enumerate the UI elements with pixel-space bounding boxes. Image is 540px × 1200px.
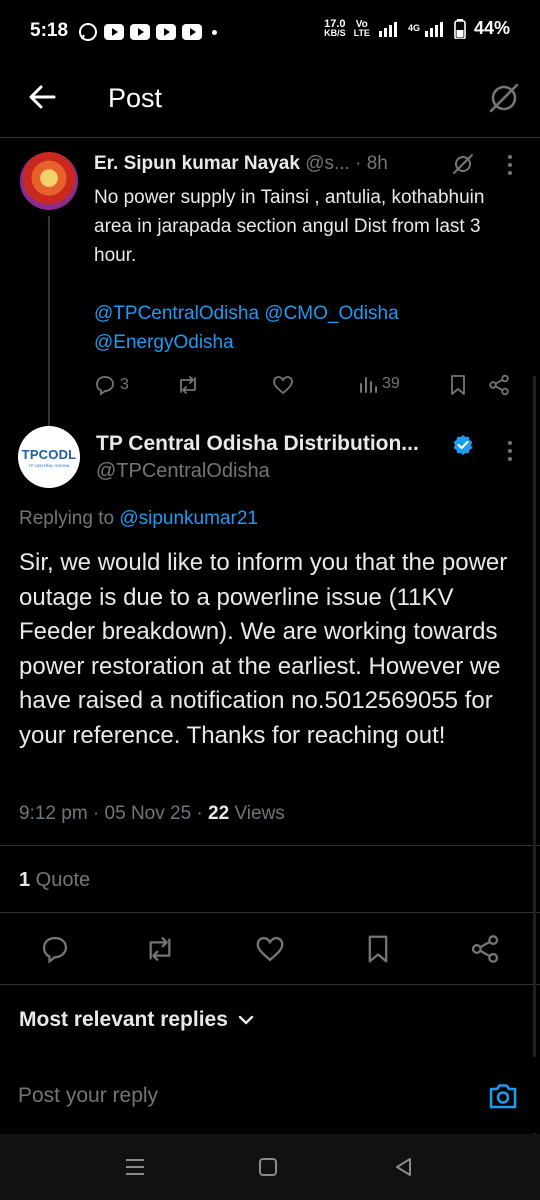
views-button[interactable]: 39 [358,374,400,394]
back-icon[interactable] [392,1156,414,1178]
youtube-icon [104,24,124,40]
quote-divider [0,912,540,913]
grok-icon[interactable] [452,153,474,175]
volte-indicator: Vo LTE [353,18,370,38]
actions-divider [0,984,540,985]
net-speed: 17.0 KB/S [324,17,346,38]
reply-icon [96,376,114,396]
page-title: Post [108,83,163,113]
system-nav-bar [0,1134,540,1200]
like-button[interactable] [272,374,294,396]
author-name[interactable]: Er. Sipun kumar Nayak [94,153,300,174]
share-button[interactable] [470,934,500,964]
quoted-post-header: Er. Sipun kumar Nayak @s... · 8h [94,153,388,175]
arrow-left-icon[interactable] [28,84,56,110]
replying-handle-link[interactable]: @sipunkumar21 [119,508,258,529]
bookmark-button[interactable] [448,374,468,396]
battery-level: 44% [473,18,510,38]
reply-icon [42,936,68,964]
reply-button[interactable]: 3 [94,374,129,396]
status-right: 17.0 KB/S Vo LTE 4G 44% [324,18,510,39]
more-notifications-dot [212,29,217,35]
post-meta: 9:12 pm · 05 Nov 25 · 22 Views [19,803,285,824]
youtube-icon [182,24,202,40]
network-type: 4G [407,23,420,33]
repost-icon [180,376,196,394]
battery-icon [454,18,466,39]
bookmark-icon [368,935,388,963]
youtube-icon [130,24,150,40]
meta-divider [0,845,540,846]
author-handle[interactable]: @s... [305,153,350,174]
bookmark-button[interactable] [364,934,392,964]
chevron-down-icon [238,1015,254,1025]
header-divider [0,137,540,138]
author-handle[interactable]: @TPCentralOdisha [96,460,270,483]
share-icon [471,935,499,963]
quotes-link[interactable]: 1 Quote [19,869,90,892]
quoted-post-body: No power supply in Tainsi , antulia, kot… [94,183,494,357]
post-body: Sir, we would like to inform you that th… [19,549,508,749]
avatar[interactable] [20,152,78,210]
camera-icon[interactable] [486,1079,520,1113]
quoted-post-actions: 3 39 [94,372,514,400]
repost-icon [149,937,171,961]
reply-input[interactable] [18,1084,438,1108]
grok-icon[interactable] [487,81,521,115]
heart-icon [273,376,293,395]
share-icon [489,374,509,396]
status-bar: 5:18 17.0 KB/S Vo LTE 4G 44% [0,0,540,64]
post-actions [0,924,540,974]
replying-to: Replying to @sipunkumar21 [19,508,258,529]
share-button[interactable] [488,374,510,396]
thread-line [48,216,50,426]
replies-sort-dropdown[interactable]: Most relevant replies [19,1008,254,1032]
reply-button[interactable] [40,934,70,964]
repost-button[interactable] [176,374,200,396]
recents-icon[interactable] [124,1156,146,1178]
more-vertical-icon[interactable] [506,440,514,462]
notification-icons [78,22,217,42]
signal-icon [378,21,397,37]
like-button[interactable] [255,934,285,964]
bookmark-icon [451,375,465,395]
signal-icon [424,21,443,37]
tpcodl-logo: TPCODL [21,446,77,462]
heart-icon [256,936,284,962]
status-time: 5:18 [30,20,69,41]
views-count: 22 [208,803,230,824]
post-time: · 8h [355,153,388,174]
avatar[interactable]: TPCODL TP CENTRAL ODISHA [18,426,80,488]
home-icon[interactable] [258,1157,278,1177]
author-name[interactable]: TP Central Odisha Distribution... [96,432,419,456]
more-vertical-icon[interactable] [506,154,514,176]
top-bar [0,64,540,136]
repost-button[interactable] [144,934,176,964]
post-mentions[interactable]: @TPCentralOdisha @CMO_Odisha @EnergyOdis… [94,299,494,357]
views-icon [360,377,377,393]
youtube-icon [156,24,176,40]
verified-badge-icon [452,434,474,456]
whatsapp-icon [79,23,97,41]
